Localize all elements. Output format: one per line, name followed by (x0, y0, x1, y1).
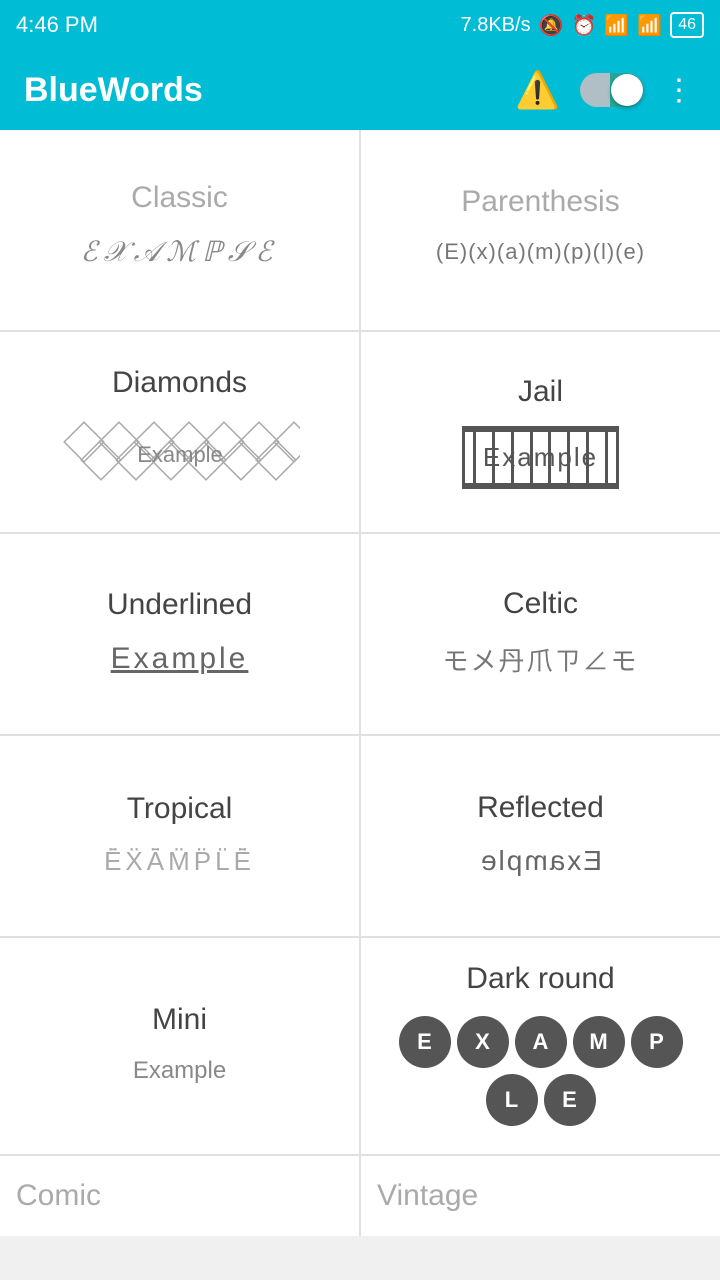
warning-icon[interactable]: ⚠️ (515, 69, 560, 111)
dark-round-letter-l: L (486, 1074, 538, 1126)
card-example: Example (479, 845, 602, 877)
list-item[interactable]: Underlined Example (0, 534, 359, 734)
svg-text:Example: Example (137, 442, 223, 467)
theme-toggle[interactable] (580, 73, 644, 107)
font-style-grid: Classic ℰ𝒳𝒜ℳℙ𝒮ℰ Parenthesis (E)(x)(a)(m)… (0, 130, 720, 1236)
wifi-icon: 📶 (637, 13, 662, 38)
dark-round-letter-p: P (631, 1016, 683, 1068)
list-item[interactable]: Tropical Ē̈ẌĀ̈M̈P̈L̈Ē̈ (0, 736, 359, 936)
alarm-icon: ⏰ (571, 13, 596, 38)
dark-round-letter-m: M (573, 1016, 625, 1068)
card-example: Example (111, 642, 249, 676)
card-example: Example (462, 429, 619, 486)
list-item[interactable]: Celtic モメ丹爪ㄗ∠モ (361, 534, 720, 734)
card-example: Example (133, 1057, 226, 1085)
battery-display: 46 (670, 12, 704, 38)
app-bar: BlueWords ⚠️ ⋮ (0, 50, 720, 130)
card-title: Mini (152, 1003, 207, 1037)
dark-round-letter-e2: E (544, 1074, 596, 1126)
signal-icon: 📶 (604, 13, 629, 38)
card-example: Ē̈ẌĀ̈M̈P̈L̈Ē̈ (104, 846, 255, 877)
card-title: Tropical (127, 792, 233, 826)
card-example: E X A M P L E (377, 1016, 704, 1126)
card-example: モメ丹爪ㄗ∠モ (442, 641, 638, 678)
list-item[interactable]: Vintage (361, 1156, 720, 1236)
list-item[interactable]: Parenthesis (E)(x)(a)(m)(p)(l)(e) (361, 130, 720, 330)
card-title: Jail (518, 375, 563, 409)
card-example: ℰ𝒳𝒜ℳℙ𝒮ℰ (81, 235, 279, 269)
card-title: Vintage (377, 1179, 478, 1213)
card-example: (E)(x)(a)(m)(p)(l)(e) (436, 239, 645, 265)
list-item[interactable]: Dark round E X A M P L E (361, 938, 720, 1154)
app-title: BlueWords (24, 71, 203, 110)
time-display: 4:46 PM (16, 12, 98, 38)
card-title: Celtic (503, 587, 578, 621)
card-title: Underlined (107, 588, 252, 622)
more-options-icon[interactable]: ⋮ (664, 73, 696, 108)
card-title: Dark round (466, 962, 614, 996)
list-item[interactable]: Jail Example (361, 332, 720, 532)
list-item[interactable]: Comic (0, 1156, 359, 1236)
list-item[interactable]: Reflected Example (361, 736, 720, 936)
app-bar-actions: ⚠️ ⋮ (515, 69, 696, 111)
card-title: Reflected (477, 791, 604, 825)
list-item[interactable]: Diamonds (0, 332, 359, 532)
card-example: Example (60, 420, 300, 495)
card-title: Parenthesis (461, 185, 619, 219)
list-item[interactable]: Classic ℰ𝒳𝒜ℳℙ𝒮ℰ (0, 130, 359, 330)
dark-round-letter-a: A (515, 1016, 567, 1068)
status-bar: 4:46 PM 7.8KB/s 🔕 ⏰ 📶 📶 46 (0, 0, 720, 50)
dark-round-letter-e: E (399, 1016, 451, 1068)
card-title: Classic (131, 181, 228, 215)
network-speed: 7.8KB/s (461, 14, 531, 37)
status-icons: 7.8KB/s 🔕 ⏰ 📶 📶 46 (461, 12, 704, 38)
card-title: Diamonds (112, 366, 247, 400)
card-title: Comic (16, 1179, 101, 1213)
dark-round-letter-x: X (457, 1016, 509, 1068)
mute-icon: 🔕 (539, 13, 564, 38)
list-item[interactable]: Mini Example (0, 938, 359, 1154)
